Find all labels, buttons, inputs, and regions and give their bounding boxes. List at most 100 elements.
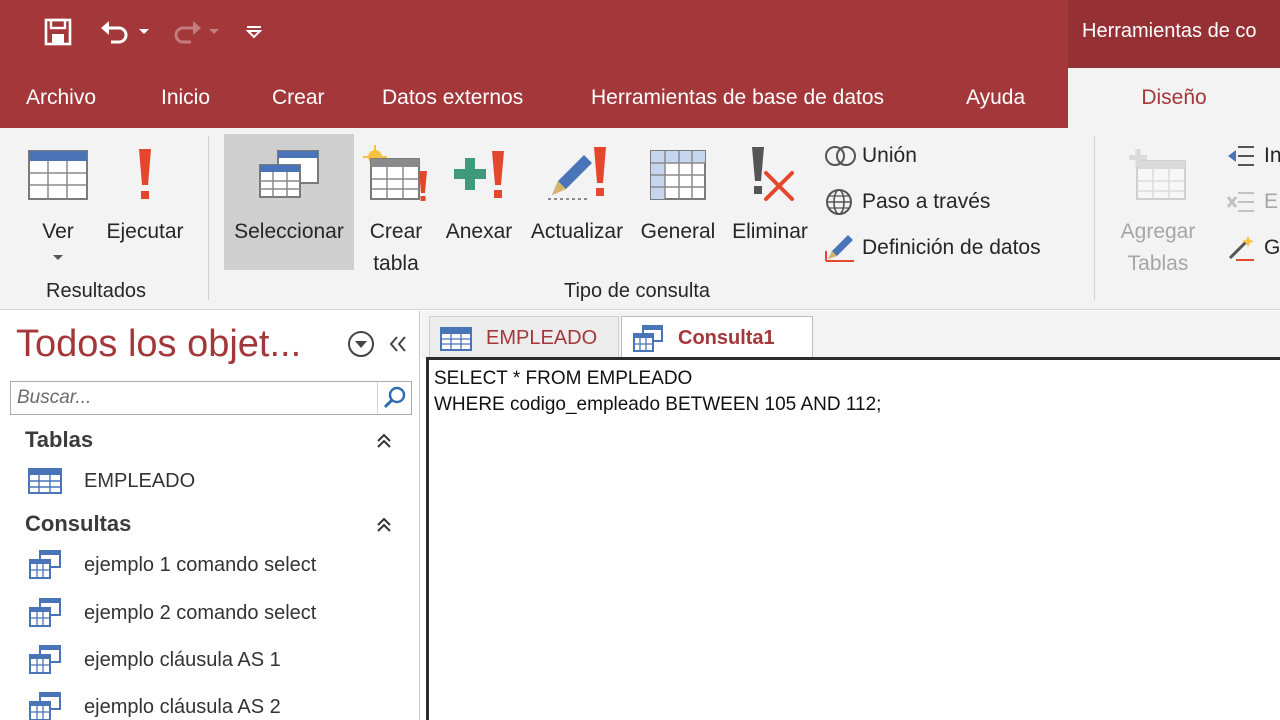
make-table-icon [360, 134, 432, 216]
table-icon [28, 468, 84, 494]
builder-label: G [1264, 236, 1280, 259]
union-label: Unión [862, 144, 917, 167]
make-table-button[interactable]: Crear tabla [360, 134, 432, 275]
redo-dropdown-icon [206, 12, 222, 52]
tab-diseno[interactable]: Diseño [1068, 68, 1280, 128]
doc-tab-consulta1[interactable]: Consulta1 [621, 316, 813, 360]
pass-through-button[interactable]: Paso a través [824, 186, 990, 218]
append-button[interactable]: Anexar [440, 134, 518, 270]
pass-through-label: Paso a través [862, 190, 991, 213]
list-item-query[interactable]: ejemplo cláusula AS 2 [28, 689, 281, 720]
insert-rows-button[interactable]: In [1226, 140, 1280, 172]
group-separator [1094, 136, 1095, 300]
nav-pane-title[interactable]: Todos los objet... [16, 323, 301, 366]
tab-ayuda[interactable]: Ayuda [966, 68, 1025, 128]
globe-icon [824, 188, 858, 216]
redo-icon [166, 12, 206, 52]
tab-inicio[interactable]: Inicio [161, 68, 210, 128]
list-item-label: ejemplo 2 comando select [84, 601, 317, 624]
list-item-query[interactable]: ejemplo cláusula AS 1 [28, 642, 281, 678]
query-icon [632, 324, 664, 353]
update-pencil-icon [524, 134, 630, 216]
query-icon [28, 645, 84, 675]
make-table-label-line1: Crear [369, 220, 423, 243]
insert-rows-label: In [1264, 144, 1280, 167]
view-button-label: Ver [42, 220, 74, 243]
tab-crear[interactable]: Crear [272, 68, 325, 128]
run-button-label: Ejecutar [106, 220, 184, 243]
add-tables-label-line1: Agregar [1120, 220, 1196, 243]
group-separator [208, 136, 209, 300]
undo-icon[interactable] [96, 12, 136, 52]
add-tables-label-line2: Tablas [1127, 252, 1189, 275]
document-tab-strip: EMPLEADO Consulta1 [421, 311, 1280, 360]
update-button[interactable]: Actualizar [524, 134, 630, 270]
append-label: Anexar [445, 220, 513, 243]
list-item-label: ejemplo cláusula AS 1 [84, 648, 281, 671]
save-icon[interactable] [38, 12, 78, 52]
collapse-tablas-icon[interactable] [372, 429, 396, 453]
tab-archivo[interactable]: Archivo [26, 68, 96, 128]
navigation-pane: Todos los objet... Tablas EMPLEADO Consu… [0, 311, 420, 720]
list-item-query[interactable]: ejemplo 2 comando select [28, 595, 316, 631]
collapse-consultas-icon[interactable] [372, 513, 396, 537]
select-query-icon [224, 134, 354, 216]
select-query-button[interactable]: Seleccionar [224, 134, 354, 270]
delete-query-icon [726, 134, 814, 216]
datasheet-view-icon [18, 134, 98, 216]
union-button[interactable]: Unión [824, 140, 917, 172]
delete-rows-button: E [1226, 186, 1278, 218]
list-item-query[interactable]: ejemplo 1 comando select [28, 547, 316, 583]
nav-search-box [10, 381, 412, 415]
add-tables-icon [1108, 134, 1208, 216]
delete-rows-icon [1226, 188, 1260, 216]
title-bar: Herramientas de co [0, 0, 1280, 68]
crosstab-label: General [640, 220, 716, 243]
customize-qat-icon[interactable] [240, 12, 268, 52]
view-button[interactable]: Ver [18, 134, 98, 270]
collapse-pane-icon[interactable] [384, 329, 412, 359]
ribbon: Ver Ejecutar Resultados Seleccionar Crea… [0, 128, 1280, 310]
run-button[interactable]: Ejecutar [100, 134, 190, 270]
doc-tab-empleado[interactable]: EMPLEADO [429, 316, 619, 360]
delete-query-button[interactable]: Eliminar [726, 134, 814, 270]
section-header-consultas[interactable]: Consultas [25, 511, 131, 537]
crosstab-icon [636, 134, 720, 216]
data-definition-button[interactable]: Definición de datos [824, 232, 1041, 264]
builder-wand-icon [1226, 234, 1260, 262]
union-icon [824, 142, 858, 170]
search-icon[interactable] [377, 382, 411, 414]
nav-menu-dropdown-icon[interactable] [346, 329, 376, 359]
ribbon-tab-bar: Archivo Inicio Crear Datos externos Herr… [0, 68, 1280, 128]
undo-dropdown-icon[interactable] [136, 12, 152, 52]
update-label: Actualizar [530, 220, 624, 243]
data-definition-label: Definición de datos [862, 236, 1041, 259]
query-icon [28, 550, 84, 580]
sql-line: WHERE codigo_empleado BETWEEN 105 AND 11… [434, 394, 882, 415]
delete-rows-label: E [1264, 190, 1279, 213]
list-item-label: EMPLEADO [84, 469, 196, 492]
doc-tab-label: Consulta1 [678, 327, 775, 349]
list-item-label: ejemplo cláusula AS 2 [84, 695, 281, 718]
doc-tab-label: EMPLEADO [486, 327, 598, 349]
data-definition-icon [824, 234, 858, 262]
make-table-label-line2: tabla [373, 252, 419, 275]
group-label-tipo-consulta: Tipo de consulta [564, 280, 711, 302]
select-query-label: Seleccionar [234, 220, 344, 243]
add-tables-button: Agregar Tablas [1108, 134, 1208, 275]
contextual-tab-title: Herramientas de co [1068, 0, 1280, 68]
list-item-table-empleado[interactable]: EMPLEADO [28, 463, 195, 499]
tab-herramientas-base-datos[interactable]: Herramientas de base de datos [591, 68, 884, 128]
builder-button[interactable]: G [1226, 232, 1280, 264]
query-icon [28, 692, 84, 720]
exclamation-icon [100, 134, 190, 216]
search-input[interactable] [11, 382, 379, 414]
group-label-resultados: Resultados [46, 280, 147, 302]
tab-datos-externos[interactable]: Datos externos [382, 68, 523, 128]
section-header-tablas[interactable]: Tablas [25, 427, 93, 453]
sql-line: SELECT * FROM EMPLEADO [434, 368, 693, 389]
sql-editor[interactable]: SELECT * FROM EMPLEADO WHERE codigo_empl… [429, 360, 1280, 720]
crosstab-button[interactable]: General [636, 134, 720, 270]
chevron-down-icon [18, 248, 98, 268]
delete-query-label: Eliminar [732, 220, 808, 243]
